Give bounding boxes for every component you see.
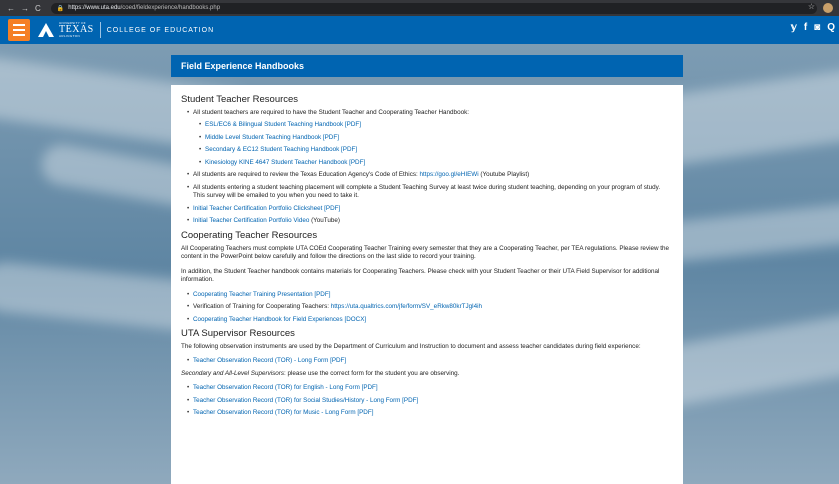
cooperating-handbook-link[interactable]: Cooperating Teacher Handbook for Field E… [193,316,366,323]
handbook-link[interactable]: Kinesiology KINE 4647 Student Teacher Ha… [205,159,365,166]
logo-arlington: ARLINGTON [59,34,81,38]
list-item: All student teachers are required to hav… [187,109,673,168]
browser-toolbar: ← → C 🔒 https://www.uta.edu /coed/fielde… [0,0,839,16]
tor-english-link[interactable]: Teacher Observation Record (TOR) for Eng… [193,384,378,391]
college-name[interactable]: COLLEGE OF EDUCATION [107,27,214,34]
url-path: /coed/fieldexperience/handbooks.php [120,5,221,11]
verification-link[interactable]: https://uta.qualtrics.com/jfe/form/SV_eR… [331,303,482,310]
student-list: All student teachers are required to hav… [181,109,673,226]
tor-social-studies-link[interactable]: Teacher Observation Record (TOR) for Soc… [193,397,418,404]
content-panel: Student Teacher Resources All student te… [171,85,683,484]
uta-a-logo-icon [38,23,54,37]
tor-music-link[interactable]: Teacher Observation Record (TOR) for Mus… [193,409,373,416]
training-presentation-link[interactable]: Cooperating Teacher Training Presentatio… [193,291,330,298]
forward-icon[interactable]: → [21,4,29,13]
portfolio-video-link[interactable]: Initial Teacher Certification Portfolio … [193,217,309,224]
list-item: All students entering a student teaching… [187,184,673,201]
handbook-list: ESL/EC6 & Bilingual Student Teaching Han… [193,121,673,167]
list-item: Cooperating Teacher Training Presentatio… [187,291,673,300]
browser-nav: ← → C [7,4,41,13]
lock-icon: 🔒 [56,5,65,12]
tor-list: Teacher Observation Record (TOR) - Long … [181,357,673,366]
supervisor-note: Secondary and All-Level Supervisors: ple… [181,370,673,379]
menu-button[interactable] [8,19,30,41]
list-item: Initial Teacher Certification Portfolio … [187,217,673,226]
list-item: Cooperating Teacher Handbook for Field E… [187,316,673,325]
tor-subject-list: Teacher Observation Record (TOR) for Eng… [181,384,673,418]
profile-avatar[interactable] [823,3,833,13]
ethics-suffix: (Youtube Playlist) [478,171,530,179]
verification-text: Verification of Training for Cooperating… [193,303,331,311]
list-item: All students are required to review the … [187,171,673,180]
logo-divider [99,22,101,38]
supervisor-heading: UTA Supervisor Resources [181,328,295,340]
back-icon[interactable]: ← [7,4,15,13]
cooperating-para-1: All Cooperating Teachers must complete U… [181,244,670,261]
tor-link[interactable]: Teacher Observation Record (TOR) - Long … [193,357,346,364]
list-item: Teacher Observation Record (TOR) for Eng… [187,384,673,393]
clicksheet-link[interactable]: Initial Teacher Certification Portfolio … [193,205,340,212]
supervisor-note-em: Secondary and All-Level Supervisors [181,369,285,377]
cooperating-para-2: In addition, the Student Teacher handboo… [181,267,660,284]
facebook-icon[interactable]: f [804,22,807,33]
list-item: Teacher Observation Record (TOR) for Soc… [187,397,673,406]
twitter-icon[interactable]: 𝕪 [791,22,797,33]
handbook-link[interactable]: Middle Level Student Teaching Handbook [… [205,134,339,141]
address-bar[interactable]: 🔒 https://www.uta.edu /coed/fieldexperie… [50,2,817,14]
list-item: Teacher Observation Record (TOR) for Mus… [187,409,673,418]
handbook-link[interactable]: Secondary & EC12 Student Teaching Handbo… [205,146,357,153]
search-icon[interactable]: Q [827,22,835,33]
bookmark-star-icon[interactable]: ☆ [808,2,815,13]
list-item: ESL/EC6 & Bilingual Student Teaching Han… [199,121,673,130]
uta-logo[interactable]: UNIVERSITY OF TEXAS ARLINGTON [38,22,94,38]
list-item: Verification of Training for Cooperating… [187,303,673,312]
video-suffix: (YouTube) [309,217,341,225]
site-header: UNIVERSITY OF TEXAS ARLINGTON COLLEGE OF… [0,16,839,44]
ethics-link[interactable]: https://goo.gl/eHIEWi [420,171,479,178]
url-host: https://www.uta.edu [68,5,121,11]
student-intro: All student teachers are required to hav… [193,108,469,116]
cooperating-heading: Cooperating Teacher Resources [181,229,318,241]
page-title: Field Experience Handbooks [171,55,683,77]
list-item: Kinesiology KINE 4647 Student Teacher Ha… [199,159,673,168]
reload-icon[interactable]: C [35,4,41,13]
logo-wordmark: UNIVERSITY OF TEXAS ARLINGTON [59,22,94,38]
list-item: Secondary & EC12 Student Teaching Handbo… [199,146,673,155]
student-heading: Student Teacher Resources [181,94,299,105]
social-links: 𝕪 f ◙ Q [791,22,835,33]
handbook-link[interactable]: ESL/EC6 & Bilingual Student Teaching Han… [205,121,361,128]
supervisor-para-1: The following observation instruments ar… [181,342,641,350]
hamburger-icon-bar [13,24,25,26]
ethics-text: All students are required to review the … [193,171,420,179]
browser-right-controls: ☆ [808,2,833,13]
list-item: Teacher Observation Record (TOR) - Long … [187,357,673,366]
instagram-icon[interactable]: ◙ [814,22,820,33]
cooperating-list: Cooperating Teacher Training Presentatio… [181,291,673,325]
supervisor-note-rest: : please use the correct form for the st… [284,369,460,377]
list-item: Middle Level Student Teaching Handbook [… [199,134,673,143]
hamburger-icon-bar [13,29,25,31]
hamburger-icon-bar [13,34,25,36]
survey-text: All students entering a student teaching… [193,183,661,200]
list-item: Initial Teacher Certification Portfolio … [187,205,673,214]
